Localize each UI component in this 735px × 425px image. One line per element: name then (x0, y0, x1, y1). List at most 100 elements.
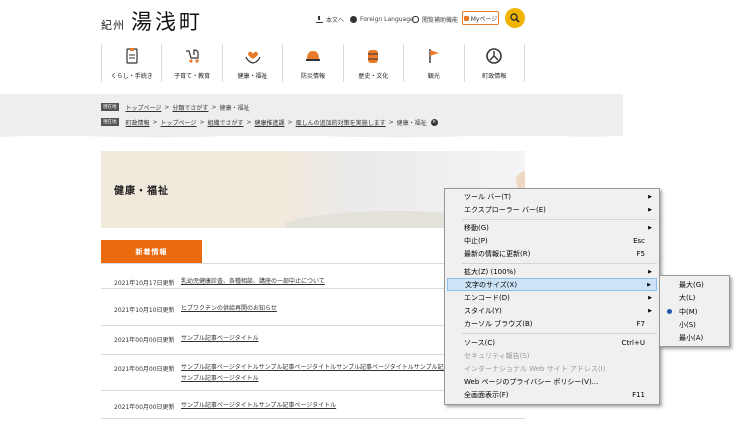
news-date: 2021年10月17日更新 (114, 280, 175, 287)
skip-to-main-link[interactable]: 本文へ (316, 12, 344, 26)
menu-item-label: 最新の情報に更新(R) (464, 249, 531, 258)
logo-prefecture: 紀州 (101, 19, 125, 32)
news-date: 2021年10月10日更新 (114, 307, 175, 314)
menu-shortcut: Ctrl+U (621, 338, 645, 347)
site-logo[interactable]: 紀州 湯浅町 (101, 10, 203, 36)
mypage-button[interactable]: Myページ (462, 11, 499, 25)
submenu-arrow-icon: ▶ (648, 268, 652, 275)
menu-item-label: 全画面表示(F) (464, 390, 509, 399)
breadcrumb-link[interactable]: トップページ (126, 103, 162, 112)
submenu-arrow-icon: ▶ (648, 294, 652, 301)
menu-item-label: カーソル ブラウズ(B) (464, 319, 533, 328)
submenu-item-label: 大(L) (679, 293, 696, 302)
logo-town-name: 湯浅町 (131, 10, 203, 34)
global-nav: くらし・手続き 子育て・教育 健康・福祉 防災情報 歴史・文化 観光 町政情報 (101, 44, 525, 82)
nav-item-history[interactable]: 歴史・文化 (342, 44, 403, 82)
foreign-language-link[interactable]: Foreign Language (350, 12, 414, 26)
barrel-icon (363, 46, 383, 66)
menu-item-international-address: インターナショナル Web サイト アドレス(I) (447, 362, 657, 375)
context-menu: ツール バー(T) ▶ エクスプローラー バー(E) ▶ 移動(G) ▶ 中止(… (444, 188, 660, 405)
submenu-arrow-icon: ▶ (648, 307, 652, 314)
menu-item-text-size[interactable]: 文字のサイズ(X) ▶ (447, 278, 657, 291)
nav-item-health[interactable]: 健康・福祉 (221, 44, 282, 82)
breadcrumb-link[interactable]: 風しんの追加的対策を実施します (296, 118, 386, 127)
submenu-item-label: 最小(A) (679, 333, 704, 342)
news-date: 2021年00月00日更新 (114, 337, 175, 344)
clipboard-icon (122, 46, 142, 66)
menu-shortcut: Esc (633, 236, 645, 245)
menu-item-label: 中止(P) (464, 236, 488, 245)
menu-item-stop[interactable]: 中止(P) Esc (447, 234, 657, 247)
breadcrumb-link[interactable]: 健康推進課 (255, 118, 285, 127)
nav-item-living[interactable]: くらし・手続き (101, 44, 161, 82)
text-size-large[interactable]: 大(L) (662, 291, 727, 304)
menu-item-explorer-bar[interactable]: エクスプローラー バー(E) ▶ (447, 203, 657, 216)
accessibility-label: 閲覧補助機能 (422, 16, 459, 24)
menu-item-security-report: セキュリティ報告(S) (447, 349, 657, 362)
menu-item-label: エンコード(D) (464, 293, 510, 302)
nav-label: 歴史・文化 (358, 73, 389, 80)
heart-hands-icon (243, 46, 263, 66)
breadcrumb-separator: > (211, 103, 217, 111)
submenu-arrow-icon: ▶ (648, 206, 652, 213)
menu-item-toolbar[interactable]: ツール バー(T) ▶ (447, 190, 657, 203)
text-size-largest[interactable]: 最大(G) (662, 278, 727, 291)
menu-item-label: 移動(G) (464, 223, 489, 232)
breadcrumb-area (0, 94, 623, 136)
nav-item-town[interactable]: 町政情報 (463, 44, 525, 82)
foreign-language-label: Foreign Language (360, 15, 414, 23)
menu-separator (462, 263, 657, 264)
flag-icon (424, 46, 444, 66)
breadcrumb-link[interactable]: 町政情報 (126, 118, 150, 127)
submenu-arrow-icon: ▶ (648, 193, 652, 200)
menu-item-encoding[interactable]: エンコード(D) ▶ (447, 291, 657, 304)
breadcrumb-separator: > (152, 118, 158, 126)
eye-icon (412, 15, 419, 23)
breadcrumb-tag: 現在地 (101, 103, 119, 111)
menu-item-label: セキュリティ報告(S) (464, 351, 530, 360)
submenu-arrow-icon: ▶ (648, 224, 652, 231)
menu-item-style[interactable]: スタイル(Y) ▶ (447, 304, 657, 317)
search-button[interactable] (505, 8, 525, 28)
menu-item-refresh[interactable]: 最新の情報に更新(R) F5 (447, 247, 657, 260)
close-icon[interactable]: × (430, 118, 438, 126)
nav-label: くらし・手続き (110, 73, 153, 80)
helmet-icon (303, 46, 323, 66)
menu-item-go[interactable]: 移動(G) ▶ (447, 221, 657, 234)
menu-item-label: インターナショナル Web サイト アドレス(I) (464, 364, 606, 373)
text-size-small[interactable]: 小(S) (662, 318, 727, 331)
search-icon (510, 13, 520, 23)
band-edge (0, 134, 623, 138)
submenu-item-label: 中(M) (679, 307, 698, 316)
text-size-smallest[interactable]: 最小(A) (662, 331, 727, 344)
breadcrumb-link[interactable]: トップページ (161, 118, 197, 127)
menu-separator (462, 333, 657, 334)
submenu-arrow-icon: ▶ (647, 281, 651, 288)
breadcrumb-separator: > (199, 118, 205, 126)
skip-to-main-label: 本文へ (326, 16, 345, 24)
nav-item-tourism[interactable]: 観光 (403, 44, 463, 82)
accessibility-link[interactable]: 閲覧補助機能 (412, 12, 458, 26)
nav-label: 観光 (427, 73, 440, 80)
news-date: 2021年00月00日更新 (114, 366, 175, 373)
breadcrumb: 現在地 トップページ > 分類でさがす > 健康・福祉 (101, 102, 249, 112)
menu-item-label: 拡大(Z) (100%) (464, 267, 516, 276)
text-size-medium[interactable]: 中(M) (662, 305, 727, 318)
menu-item-privacy-policy[interactable]: Web ページのプライバシー ポリシー(V)... (447, 375, 657, 388)
user-icon (463, 15, 469, 21)
menu-item-source[interactable]: ソース(C) Ctrl+U (447, 336, 657, 349)
news-tab[interactable]: 新着情報 (101, 240, 202, 263)
menu-shortcut: F11 (632, 390, 645, 399)
breadcrumb-separator: > (388, 118, 394, 126)
nav-label: 町政情報 (482, 73, 507, 80)
breadcrumb-link[interactable]: 分類でさがす (172, 103, 208, 112)
menu-item-full-screen[interactable]: 全画面表示(F) F11 (447, 388, 657, 401)
nav-item-childcare[interactable]: 子育て・教育 (161, 44, 221, 82)
menu-item-zoom[interactable]: 拡大(Z) (100%) ▶ (447, 265, 657, 278)
breadcrumb-link[interactable]: 組織でさがす (207, 118, 243, 127)
menu-item-caret-browsing[interactable]: カーソル ブラウズ(B) F7 (447, 317, 657, 330)
mypage-label: Myページ (470, 15, 498, 23)
menu-item-label: 文字のサイズ(X) (465, 280, 518, 289)
nav-item-disaster[interactable]: 防災情報 (282, 44, 342, 82)
menu-separator (462, 219, 657, 220)
